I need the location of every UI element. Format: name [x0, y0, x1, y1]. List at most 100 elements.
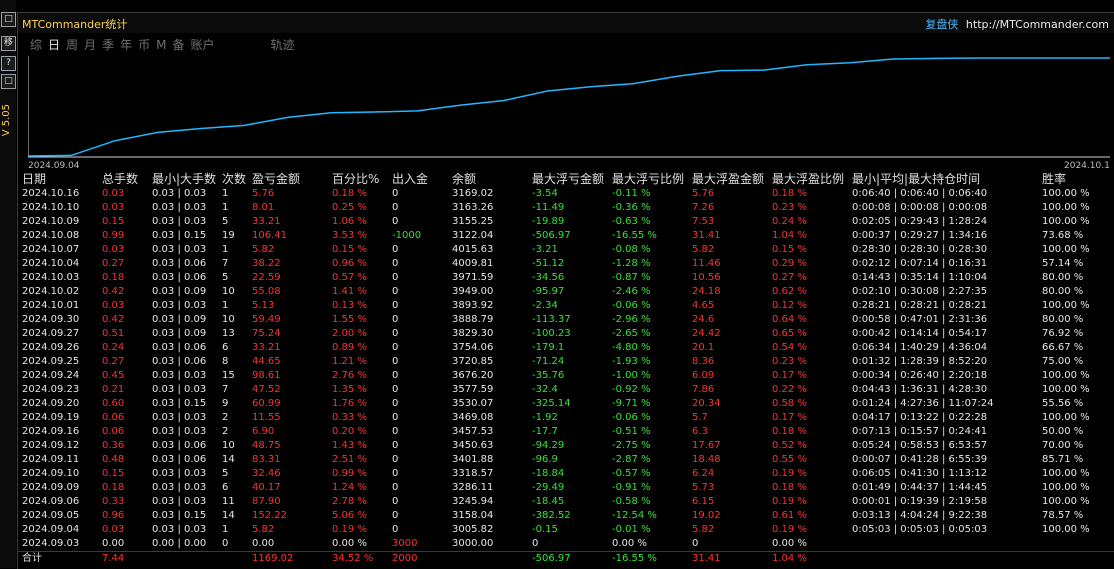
cell: -1.28 % [612, 258, 651, 269]
brand-url-link[interactable]: http://MTCommander.com [966, 18, 1109, 31]
cell: -96.9 [532, 454, 558, 465]
cell: -2.46 % [612, 286, 651, 297]
cell: 6.24 [692, 468, 715, 479]
header-cell[interactable]: 余额 [452, 171, 476, 187]
table-row[interactable]: 2024.10.08 0.99 0.03 | 0.15 19 106.41 3.53 % -… [18, 229, 1114, 243]
cell: 2024.10.09 [22, 216, 80, 227]
tab-4[interactable]: 季 [102, 36, 114, 53]
table-row[interactable]: 2024.10.04 0.27 0.03 | 0.06 7 38.22 0.96 % 0 40… [18, 257, 1114, 271]
cell: 7.53 [692, 216, 715, 227]
cell: -12.54 % [612, 510, 657, 521]
header-cell[interactable]: 胜率 [1042, 171, 1066, 187]
cell: 22.59 [252, 272, 281, 283]
cell: 0 [392, 510, 399, 521]
cell: 15 [222, 370, 235, 381]
tab-2[interactable]: 周 [66, 36, 78, 53]
table-row[interactable]: 2024.09.27 0.51 0.03 | 0.09 13 75.24 2.00 % 0 3… [18, 327, 1114, 341]
cell: 0 [392, 398, 399, 409]
cell: -95.97 [532, 286, 565, 297]
cell: 5.82 [252, 524, 275, 535]
tab-10[interactable]: 轨迹 [271, 36, 295, 53]
cell: -4.80 % [612, 342, 651, 353]
header-cell[interactable]: 出入金 [392, 171, 428, 187]
cell: 2024.10.04 [22, 258, 80, 269]
tab-8[interactable]: 备 [172, 36, 184, 53]
header-cell[interactable]: 最小|大手数 [152, 171, 216, 187]
table-row[interactable]: 2024.09.10 0.15 0.03 | 0.03 5 32.46 0.99 % 0 33… [18, 467, 1114, 481]
cell: -0.87 % [612, 272, 651, 283]
cell: 0.23 % [772, 202, 807, 213]
header-cell[interactable]: 盈亏金额 [252, 171, 300, 187]
move-button[interactable]: 移 [1, 36, 16, 51]
cell: 106.41 [252, 230, 287, 241]
cell: 3949.00 [452, 286, 494, 297]
tab-7[interactable]: M [156, 38, 166, 52]
header-cell[interactable]: 最小|平均|最大持仓时间 [852, 171, 980, 187]
table-row[interactable]: 2024.09.04 0.03 0.03 | 0.03 1 5.82 0.19 % 0 300… [18, 523, 1114, 537]
table-header: 日期 总手数 最小|大手数 次数 盈亏金额 百分比% 出入金 余额 最大浮亏金额 最大浮亏比例 最大… [18, 171, 1114, 187]
help-button[interactable]: ? [1, 56, 16, 71]
cell: 3893.92 [452, 300, 494, 311]
cell: 1.04 % [772, 553, 807, 564]
table-row[interactable]: 2024.09.23 0.21 0.03 | 0.03 7 47.52 1.35 % 0 35… [18, 383, 1114, 397]
cell: 78.57 % [1042, 510, 1084, 521]
cell: -2.65 % [612, 328, 651, 339]
table-row[interactable]: 2024.09.20 0.60 0.03 | 0.15 9 60.99 1.76 % 0 35… [18, 397, 1114, 411]
cell: 0.58 % [772, 398, 807, 409]
table-row[interactable]: 2024.09.05 0.96 0.03 | 0.15 14 152.22 5.06 % 0… [18, 509, 1114, 523]
table-row[interactable]: 2024.10.16 0.03 0.03 | 0.03 1 5.76 0.18 % 0 316… [18, 187, 1114, 201]
minimize-button[interactable]: □ [1, 74, 16, 89]
header-cell[interactable]: 最大浮亏金额 [532, 171, 604, 187]
title-bar: MTCommander统计 复盘侠 http://MTCommander.com [18, 13, 1114, 33]
restore-button[interactable]: □ [1, 12, 16, 27]
table-row[interactable]: 2024.10.01 0.03 0.03 | 0.03 1 5.13 0.13 % 0 389… [18, 299, 1114, 313]
cell: 0.12 % [772, 300, 807, 311]
tab-0[interactable]: 综 [30, 36, 42, 53]
tab-1[interactable]: 日 [48, 36, 60, 53]
table-row[interactable]: 2024.10.09 0.15 0.03 | 0.03 5 33.21 1.06 % 0 31… [18, 215, 1114, 229]
cell: 0:02:05 | 0:29:43 | 1:28:24 [852, 216, 988, 227]
cell: 2024.10.01 [22, 300, 80, 311]
cell: 6.90 [252, 426, 275, 437]
table-row[interactable]: 2024.10.02 0.42 0.03 | 0.09 10 55.08 1.41 % 0 3… [18, 285, 1114, 299]
cell: 0.03 | 0.06 [152, 440, 207, 451]
table-row[interactable]: 2024.09.19 0.06 0.03 | 0.03 2 11.55 0.33 % 0 34… [18, 411, 1114, 425]
table-row[interactable]: 2024.09.11 0.48 0.03 | 0.06 14 83.31 2.51 % 0 3… [18, 453, 1114, 467]
table-row[interactable]: 2024.10.07 0.03 0.03 | 0.03 1 5.82 0.15 % 0 401… [18, 243, 1114, 257]
table-row[interactable]: 2024.09.16 0.06 0.03 | 0.03 2 6.90 0.20 % 0 345… [18, 425, 1114, 439]
cell: 0.24 % [772, 216, 807, 227]
total-row[interactable]: 合计 7.44 1169.02 34.52 % 2000 -506.97 -16.55 % 3… [18, 551, 1114, 566]
tab-9[interactable]: 账户 [190, 36, 214, 53]
tab-5[interactable]: 年 [120, 36, 132, 53]
table-row[interactable]: 2024.09.06 0.33 0.03 | 0.03 11 87.90 2.78 % 0 3… [18, 495, 1114, 509]
cell: 0:00:37 | 0:29:27 | 1:34:16 [852, 230, 988, 241]
header-cell[interactable]: 总手数 [102, 171, 138, 187]
table-row[interactable]: 2024.09.26 0.24 0.03 | 0.06 6 33.21 0.89 % 0 37… [18, 341, 1114, 355]
cell: 2024.09.06 [22, 496, 80, 507]
cell: 0.29 % [772, 258, 807, 269]
cell: -32.4 [532, 384, 558, 395]
cell: 0:28:30 | 0:28:30 | 0:28:30 [852, 244, 988, 255]
tab-6[interactable]: 币 [138, 36, 150, 53]
header-cell[interactable]: 最大浮亏比例 [612, 171, 684, 187]
table-row[interactable]: 2024.09.25 0.27 0.03 | 0.06 8 44.65 1.21 % 0 37… [18, 355, 1114, 369]
cell: 0 [532, 538, 539, 549]
cell: 2024.09.09 [22, 482, 80, 493]
header-cell[interactable]: 百分比% [332, 171, 379, 187]
table-row[interactable]: 2024.09.03 0.00 0.00 | 0.00 0 0.00 0.00 % 3000… [18, 537, 1114, 551]
tab-3[interactable]: 月 [84, 36, 96, 53]
cell: 1.24 % [332, 482, 367, 493]
cell: 0 [392, 426, 399, 437]
cell: 100.00 % [1042, 188, 1090, 199]
table-row[interactable]: 2024.09.12 0.36 0.03 | 0.06 10 48.75 1.43 % 0 3… [18, 439, 1114, 453]
header-cell[interactable]: 日期 [22, 171, 46, 187]
table-row[interactable]: 2024.09.09 0.18 0.03 | 0.03 6 40.17 1.24 % 0 32… [18, 481, 1114, 495]
table-row[interactable]: 2024.10.10 0.03 0.03 | 0.03 1 8.01 0.25 % 0 316… [18, 201, 1114, 215]
header-cell[interactable]: 次数 [222, 171, 246, 187]
header-cell[interactable]: 最大浮盈金额 [692, 171, 764, 187]
table-row[interactable]: 2024.10.03 0.18 0.03 | 0.06 5 22.59 0.57 % 0 39… [18, 271, 1114, 285]
table-row[interactable]: 2024.09.24 0.45 0.03 | 0.03 15 98.61 2.76 % 0 3… [18, 369, 1114, 383]
header-cell[interactable]: 最大浮盈比例 [772, 171, 844, 187]
table-row[interactable]: 2024.09.30 0.42 0.03 | 0.09 10 59.49 1.55 % 0 3… [18, 313, 1114, 327]
cell: 55.56 % [1042, 398, 1084, 409]
